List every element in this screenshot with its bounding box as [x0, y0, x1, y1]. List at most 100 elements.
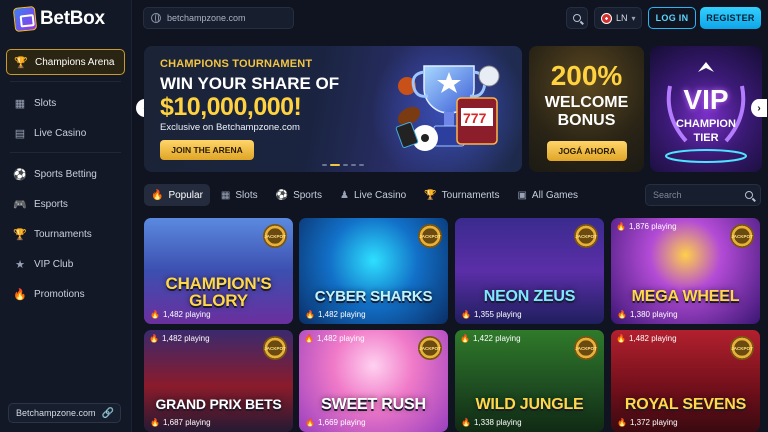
- game-card-neon-zeus[interactable]: JACKPOT NEON ZEUS 🔥 1,355 playing: [455, 218, 604, 324]
- game-title: CYBER SHARKS: [314, 288, 433, 305]
- players-count-top: 🔥 1,482 playing: [616, 334, 677, 343]
- game-title: SWEET RUSH: [321, 396, 426, 413]
- flame-icon: 🔥: [150, 418, 160, 427]
- game-title: NEON ZEUS: [483, 288, 576, 305]
- tab-all-games[interactable]: ▣ All Games: [510, 184, 585, 206]
- tab-slots[interactable]: ▦ Slots: [214, 184, 265, 206]
- banner-vip-tier[interactable]: VIP CHAMPION TIER: [650, 46, 762, 172]
- link-icon: 🔗: [101, 407, 114, 419]
- tab-tournaments[interactable]: 🏆 Tournaments: [417, 184, 506, 206]
- carousel-dots: [322, 164, 364, 166]
- tab-label: All Games: [531, 189, 579, 201]
- star-icon: ★: [15, 258, 25, 271]
- language-selector[interactable]: LN ▾: [594, 7, 642, 29]
- tab-label: Popular: [168, 189, 203, 201]
- grid-icon: ▣: [517, 189, 527, 201]
- language-code: LN: [616, 13, 628, 23]
- sidebar-item-label: Champions Arena: [35, 56, 115, 68]
- dealer-icon: ♟: [339, 189, 349, 201]
- players-count-label: 1,482 playing: [162, 310, 211, 319]
- banner-champions-tournament[interactable]: 777 CHAMPIONS TOURNAMENT WIN YOUR SHARE …: [144, 46, 522, 172]
- game-card-sweet-rush[interactable]: 🔥 1,482 playing JACKPOT SWEET RUSH 🔥 1,669…: [299, 330, 448, 432]
- sidebar-item-esports[interactable]: 🎮 Esports: [6, 191, 125, 217]
- sidebar-item-label: Promotions: [34, 288, 85, 300]
- app-root: BetBox 🏆 Champions Arena ▦ Slots ▤ Live …: [0, 0, 768, 432]
- game-card-champions-glory[interactable]: JACKPOT CHAMPION'S GLORY 🔥 1,482 playing: [144, 218, 293, 324]
- carousel-next-button[interactable]: ›: [751, 99, 767, 117]
- players-count: 🔥 1,355 playing: [461, 310, 522, 319]
- players-count-top: 🔥 1,876 playing: [616, 222, 677, 231]
- sidebar-item-slots[interactable]: ▦ Slots: [6, 90, 125, 116]
- sidebar-item-label: Tournaments: [34, 228, 92, 240]
- soccer-ball-icon: ⚽: [275, 189, 289, 201]
- globe-icon: [151, 13, 161, 23]
- divider: [10, 81, 121, 82]
- game-grid: JACKPOT CHAMPION'S GLORY 🔥 1,482 playing …: [144, 218, 761, 432]
- tab-sports[interactable]: ⚽ Sports: [269, 184, 329, 206]
- sidebar-item-label: Live Casino: [34, 127, 87, 139]
- banner-kicker: CHAMPIONS TOURNAMENT: [160, 58, 313, 70]
- brand-name: BetBox: [40, 8, 105, 29]
- sidebar-item-champions-arena[interactable]: 🏆 Champions Arena: [6, 49, 125, 75]
- join-arena-button[interactable]: JOIN THE ARENA: [160, 140, 254, 160]
- banner-welcome-bonus[interactable]: 200% WELCOME BONUS JOGÁ AHORA: [529, 46, 644, 172]
- sidebar-item-sports-betting[interactable]: ⚽ Sports Betting: [6, 161, 125, 187]
- game-card-cyber-sharks[interactable]: JACKPOT CYBER SHARKS 🔥 1,482 playing: [299, 218, 448, 324]
- tab-popular[interactable]: 🔥 Popular: [144, 184, 210, 206]
- url-search-field[interactable]: betchampzone.com: [143, 7, 294, 29]
- jackpot-badge: JACKPOT: [730, 336, 754, 360]
- flame-icon: 🔥: [304, 334, 314, 343]
- players-count-top: 🔥 1,482 playing: [149, 334, 210, 343]
- players-count-top: 🔥 1,482 playing: [304, 334, 365, 343]
- game-title-line-2: GLORY: [189, 291, 248, 310]
- tab-live-casino[interactable]: ♟ Live Casino: [333, 184, 413, 206]
- login-button[interactable]: LOG IN: [648, 7, 696, 29]
- game-search-placeholder: Search: [653, 190, 682, 200]
- carousel-dot-active[interactable]: [330, 164, 340, 166]
- vip-line-3: TIER: [693, 132, 719, 144]
- carousel-dot[interactable]: [322, 164, 327, 166]
- bonus-percent: 200%: [550, 60, 623, 91]
- game-card-grand-prix-bets[interactable]: 🔥 1,482 playing JACKPOT GRAND PRIX BETS 🔥…: [144, 330, 293, 432]
- play-now-button[interactable]: JOGÁ AHORA: [547, 141, 627, 161]
- players-count-top: 🔥 1,422 playing: [460, 334, 521, 343]
- jackpot-badge: JACKPOT: [263, 336, 287, 360]
- vip-title: VIP: [683, 84, 729, 115]
- flame-icon: 🔥: [150, 310, 160, 319]
- sidebar-item-vip-club[interactable]: ★ VIP Club: [6, 251, 125, 277]
- category-tabs: 🔥 Popular ▦ Slots ⚽ Sports ♟ Live Casino…: [144, 184, 585, 206]
- game-title: WILD JUNGLE: [475, 396, 584, 413]
- players-count-label: 1,482 playing: [317, 310, 366, 319]
- sidebar-item-live-casino[interactable]: ▤ Live Casino: [6, 120, 125, 146]
- banner-headline: WIN YOUR SHARE OF: [160, 74, 340, 93]
- sidebar-item-promotions[interactable]: 🔥 Promotions: [6, 281, 125, 307]
- brand-logo[interactable]: BetBox: [12, 5, 105, 33]
- players-count: 🔥 1,380 playing: [617, 310, 678, 319]
- sidebar: BetBox 🏆 Champions Arena ▦ Slots ▤ Live …: [0, 0, 132, 432]
- cards-icon: ▤: [14, 127, 26, 140]
- register-button[interactable]: REGISTER: [700, 7, 761, 29]
- carousel-dot[interactable]: [359, 164, 364, 166]
- players-count-label: 1,422 playing: [472, 334, 521, 343]
- players-count-label: 1,338 playing: [473, 418, 522, 427]
- sidebar-item-label: Esports: [34, 198, 68, 210]
- carousel-dot[interactable]: [351, 164, 356, 166]
- game-card-mega-wheel[interactable]: 🔥 1,876 playing JACKPOT MEGA WHEEL 🔥 1,380…: [611, 218, 760, 324]
- game-card-wild-jungle[interactable]: 🔥 1,422 playing JACKPOT WILD JUNGLE 🔥 1,33…: [455, 330, 604, 432]
- flag-icon: [601, 12, 612, 24]
- sidebar-item-label: Sports Betting: [34, 168, 97, 180]
- logo-box-icon: [12, 5, 38, 33]
- game-card-royal-sevens[interactable]: 🔥 1,482 playing JACKPOT ROYAL SEVENS 🔥 1,3…: [611, 330, 760, 432]
- jackpot-badge: JACKPOT: [574, 336, 598, 360]
- site-link[interactable]: Betchampzone.com 🔗: [8, 403, 121, 423]
- svg-text:777: 777: [463, 110, 487, 126]
- fire-icon: 🔥: [151, 189, 164, 201]
- game-search-input[interactable]: Search: [645, 184, 761, 206]
- sidebar-item-tournaments[interactable]: 🏆 Tournaments: [6, 221, 125, 247]
- site-link-label: Betchampzone.com: [16, 408, 96, 418]
- divider: [10, 152, 121, 153]
- game-title: MEGA WHEEL: [631, 288, 740, 305]
- search-button[interactable]: [566, 7, 588, 29]
- carousel-dot[interactable]: [343, 164, 348, 166]
- players-count-label: 1,669 playing: [317, 418, 366, 427]
